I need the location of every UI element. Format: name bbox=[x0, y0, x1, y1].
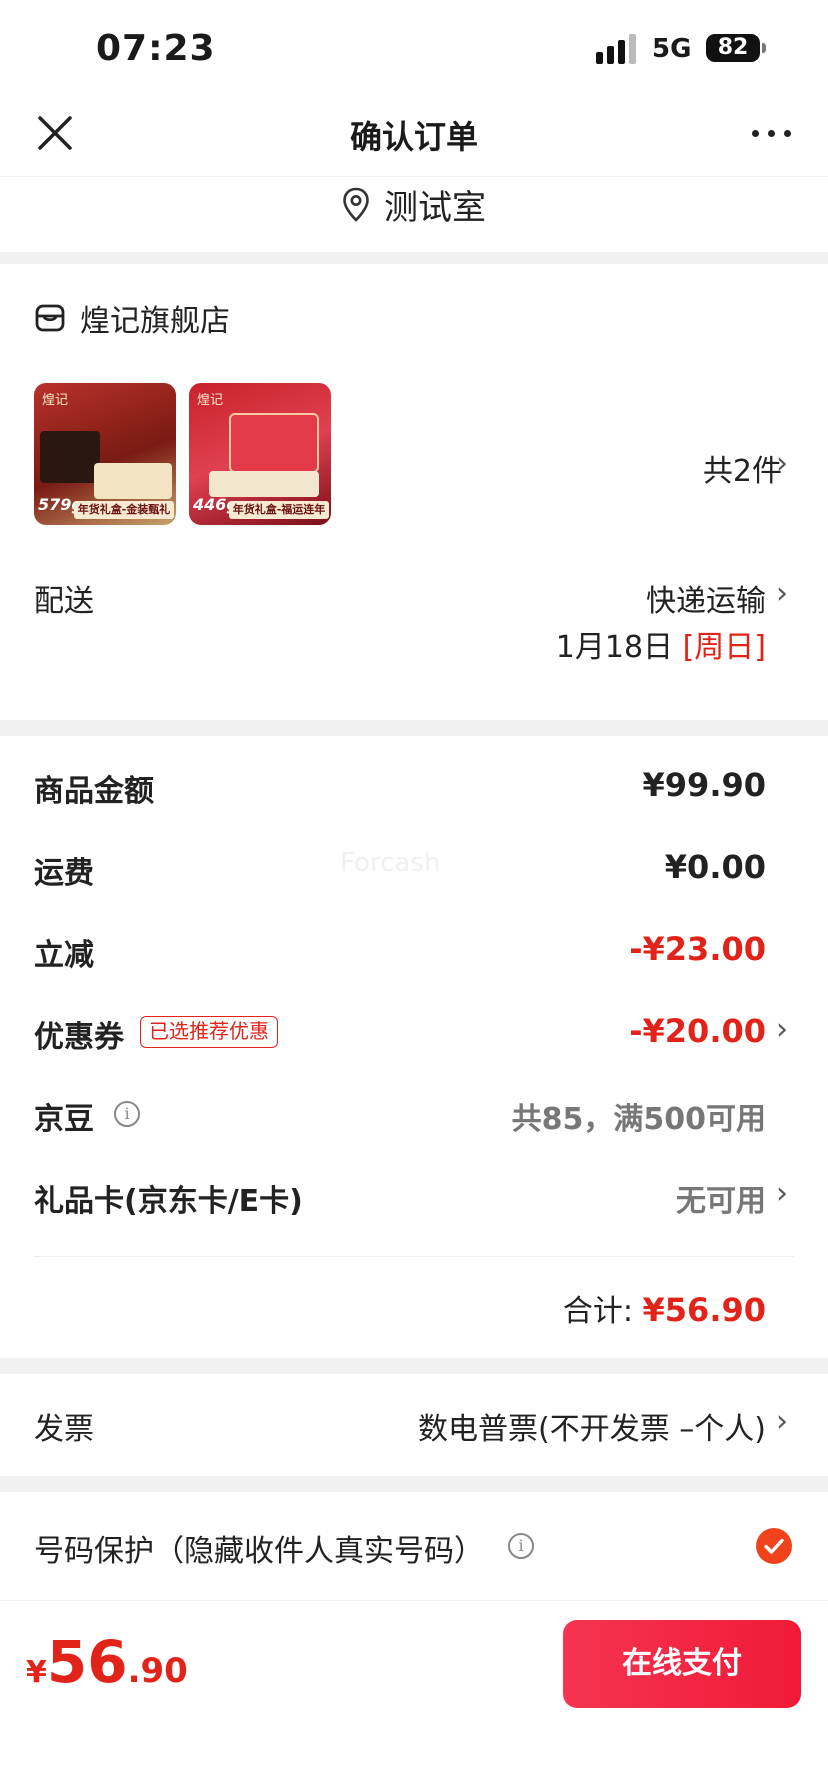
privacy-label: 号码保护（隐藏收件人真实号码） bbox=[34, 1534, 484, 1569]
total-value: ¥56.90 bbox=[642, 1291, 766, 1329]
goods-amount-label: 商品金额 bbox=[34, 774, 154, 809]
total-label: 合计: bbox=[562, 1294, 633, 1329]
price-integer: 56 bbox=[46, 1628, 128, 1696]
product-thumbnail[interactable]: 煌记 446g 年货礼盒-福运连年 bbox=[189, 383, 331, 525]
product-image-part bbox=[40, 431, 100, 483]
jd-beans-label: 京豆 bbox=[34, 1102, 94, 1137]
divider bbox=[34, 1256, 794, 1257]
shipping-value: ¥0.00 bbox=[664, 848, 766, 886]
more-icon[interactable] bbox=[752, 130, 792, 140]
product-thumbnail[interactable]: 煌记 579g 年货礼盒-金装甄礼 bbox=[34, 383, 176, 525]
page-title: 确认订单 bbox=[349, 118, 478, 156]
battery-tip bbox=[762, 43, 766, 53]
invoice-label: 发票 bbox=[34, 1412, 94, 1447]
jd-beans-value: 共85，满500可用 bbox=[511, 1102, 766, 1137]
price-decimal: .90 bbox=[127, 1651, 188, 1691]
coupon-value[interactable]: -¥20.00 bbox=[629, 1012, 766, 1050]
info-icon[interactable]: i bbox=[508, 1533, 534, 1559]
battery-icon: 82 bbox=[706, 34, 760, 62]
chevron-right-icon: › bbox=[776, 1012, 788, 1047]
status-bar: 07:23 5G 82 bbox=[0, 0, 828, 100]
shipping-label: 运费 bbox=[34, 856, 94, 891]
discount-label: 立减 bbox=[34, 938, 94, 973]
chevron-right-icon: › bbox=[776, 1176, 788, 1211]
section-gap bbox=[0, 252, 828, 264]
signal-icon bbox=[596, 34, 640, 64]
chevron-right-icon: › bbox=[776, 576, 788, 611]
giftcard-label: 礼品卡(京东卡/E卡) bbox=[34, 1184, 303, 1219]
goods-amount-value: ¥99.90 bbox=[642, 766, 766, 804]
product-brand: 煌记 bbox=[42, 393, 69, 408]
section-gap bbox=[0, 1358, 828, 1374]
shop-header[interactable]: 煌记旗舰店 bbox=[34, 296, 230, 340]
product-image-part bbox=[229, 413, 319, 473]
pay-online-button[interactable]: 在线支付 bbox=[563, 1620, 801, 1708]
coupon-badge: 已选推荐优惠 bbox=[140, 1016, 278, 1048]
product-caption: 年货礼盒-金装甄礼 bbox=[74, 501, 174, 519]
address-row[interactable]: 测试室 bbox=[0, 180, 828, 252]
delivery-label: 配送 bbox=[34, 584, 94, 619]
checkbox-checked-icon[interactable] bbox=[756, 1528, 792, 1564]
bottom-price: ¥56.90 bbox=[26, 1628, 188, 1696]
delivery-method[interactable]: 快递运输 bbox=[646, 576, 766, 620]
chevron-right-icon: › bbox=[776, 1404, 788, 1439]
delivery-date-row[interactable]: 1月18日 [周日] bbox=[556, 622, 766, 666]
address-name: 测试室 bbox=[384, 188, 486, 228]
product-image-part bbox=[94, 463, 172, 499]
coupon-label: 优惠券 bbox=[34, 1020, 124, 1055]
section-gap bbox=[0, 720, 828, 736]
section-gap bbox=[0, 1476, 828, 1492]
discount-value: -¥23.00 bbox=[629, 930, 766, 968]
delivery-date: 1月18日 bbox=[555, 630, 674, 665]
status-time: 07:23 bbox=[96, 28, 216, 69]
product-caption: 年货礼盒-福运连年 bbox=[229, 501, 329, 519]
location-pin-icon bbox=[343, 187, 369, 222]
shop-name: 煌记旗舰店 bbox=[80, 304, 230, 339]
invoice-value[interactable]: 数电普票(不开发票 –个人) bbox=[418, 1404, 766, 1448]
store-icon bbox=[35, 304, 65, 332]
price-currency: ¥ bbox=[26, 1655, 47, 1690]
item-count-link[interactable]: 共2件 bbox=[703, 446, 782, 490]
giftcard-value[interactable]: 无可用 bbox=[676, 1176, 766, 1220]
nav-bar: 确认订单 bbox=[0, 96, 828, 176]
delivery-weekday: [周日] bbox=[682, 630, 766, 665]
total-row: 合计: ¥56.90 bbox=[563, 1286, 766, 1330]
network-type: 5G bbox=[652, 34, 692, 64]
product-image-part bbox=[209, 471, 319, 497]
info-icon[interactable]: i bbox=[114, 1101, 140, 1127]
watermark: Forcash bbox=[340, 848, 441, 878]
product-brand: 煌记 bbox=[197, 393, 224, 408]
chevron-right-icon: › bbox=[776, 446, 788, 481]
divider bbox=[0, 176, 828, 177]
